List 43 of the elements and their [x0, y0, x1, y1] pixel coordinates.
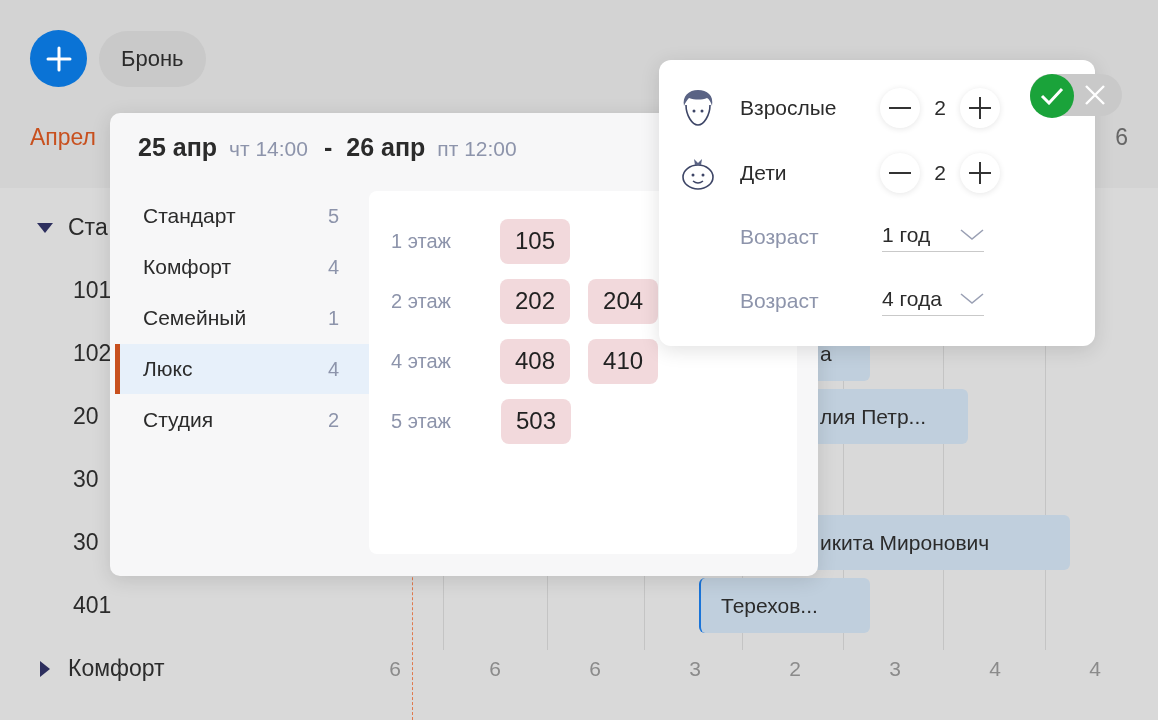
category-name: Комфорт	[143, 255, 232, 279]
category-name: Люкс	[143, 357, 193, 381]
category-name: Стандарт	[143, 204, 236, 228]
room-number: 20	[72, 403, 99, 430]
guest-type-label: Дети	[740, 160, 788, 185]
category-count: 4	[327, 357, 339, 381]
availability-count: 2	[788, 656, 802, 681]
category-name: Студия	[143, 408, 214, 432]
floor-label: 1 этаж	[391, 229, 452, 253]
availability-count: 4	[1088, 656, 1102, 681]
floor-label: 4 этаж	[391, 349, 452, 373]
group-label: Ста	[68, 214, 108, 241]
room-number: 30	[72, 529, 99, 556]
category-count: 4	[327, 255, 339, 279]
floor-label: 5 этаж	[391, 409, 452, 433]
room-number: 101	[72, 277, 112, 304]
age-label: Возраст	[740, 225, 820, 249]
age-label: Возраст	[740, 289, 820, 313]
floor-label: 2 этаж	[391, 289, 452, 313]
start-date: 25 апр	[138, 133, 218, 162]
guest-count: 2	[933, 95, 947, 120]
availability-count: 3	[888, 656, 902, 681]
availability-count: 4	[988, 656, 1002, 681]
category-name: Семейный	[143, 306, 247, 330]
category-count: 1	[327, 306, 339, 330]
end-time: пт 12:00	[437, 137, 517, 161]
month-label: Апрел	[30, 124, 97, 151]
room-number: 102	[72, 340, 112, 367]
availability-count: 6	[488, 656, 502, 681]
guest-count: 2	[933, 160, 947, 185]
guest-type-label: Взрослые	[740, 95, 838, 120]
date-separator: -	[324, 133, 333, 162]
category-count: 5	[327, 204, 339, 228]
room-number: 30	[72, 466, 99, 493]
availability-count: 6	[388, 656, 402, 681]
availability-count: 6	[588, 656, 602, 681]
day-label: 6	[1115, 124, 1128, 151]
availability-count: 3	[688, 656, 702, 681]
end-date: 26 апр	[346, 133, 426, 162]
room-number: 401	[72, 592, 112, 619]
category-count: 2	[327, 408, 339, 432]
start-time: чт 14:00	[229, 137, 308, 161]
group-label: Комфорт	[68, 655, 165, 682]
